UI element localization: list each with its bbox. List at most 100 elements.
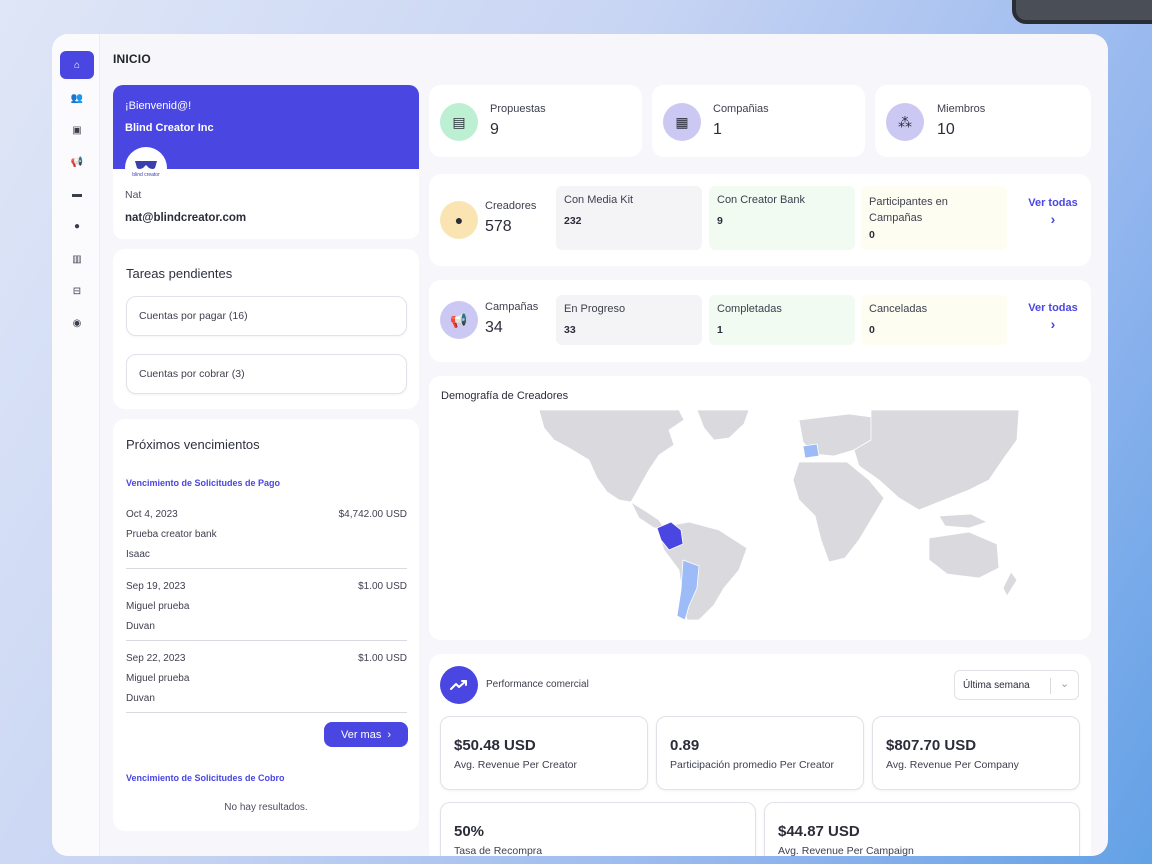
metric-value: $50.48 USD bbox=[454, 737, 536, 754]
metric-value: 0.89 bbox=[670, 737, 700, 754]
megaphone-icon: 📢 bbox=[70, 156, 84, 168]
creators-value: 578 bbox=[485, 218, 512, 235]
creator-bank-label: Con Creator Bank bbox=[717, 194, 806, 206]
user-name: Nat bbox=[125, 189, 142, 201]
map-africa bbox=[792, 461, 885, 563]
demography-card: Demografía de Creadores bbox=[429, 376, 1091, 640]
creators-see-all-label: Ver todas bbox=[1028, 197, 1078, 209]
see-more-button[interactable]: Ver mas › bbox=[324, 722, 408, 747]
building-icon: ▦ bbox=[663, 103, 701, 141]
chevron-right-icon: › bbox=[1050, 316, 1056, 332]
metric-value: $44.87 USD bbox=[778, 823, 860, 840]
stat-value: 1 bbox=[713, 121, 722, 138]
stat-value: 9 bbox=[490, 121, 499, 138]
metric-label: Avg. Revenue Per Company bbox=[886, 759, 1019, 771]
completed-value: 1 bbox=[717, 324, 723, 336]
campaign-participants-value: 0 bbox=[869, 229, 875, 241]
metric-card: $807.70 USD Avg. Revenue Per Company bbox=[872, 716, 1080, 790]
completed-label: Completadas bbox=[717, 303, 782, 315]
stat-card-proposals[interactable]: ▤ Propuestas 9 bbox=[429, 85, 642, 157]
completed-box: Completadas 1 bbox=[709, 295, 855, 345]
map-australia bbox=[928, 531, 1000, 579]
users-icon: 👥 bbox=[70, 92, 84, 104]
accounts-payable-button[interactable]: Cuentas por pagar (16) bbox=[126, 296, 407, 336]
campaigns-see-all-link[interactable]: Ver todas › bbox=[1023, 302, 1083, 332]
due-concept: Prueba creator bank bbox=[126, 529, 217, 540]
sidebar: ⌂ 👥 ▣ 📢 ▬ ● ▥ ⊟ ◉ bbox=[52, 34, 100, 856]
metric-card: $50.48 USD Avg. Revenue Per Creator bbox=[440, 716, 648, 790]
stat-card-companies[interactable]: ▦ Compañias 1 bbox=[652, 85, 865, 157]
metric-value: $807.70 USD bbox=[886, 737, 977, 754]
metric-value: 50% bbox=[454, 823, 485, 840]
campaigns-label: Campañas bbox=[485, 301, 539, 313]
device-frame bbox=[1012, 0, 1152, 24]
due-card: Próximos vencimientos Vencimiento de Sol… bbox=[113, 419, 419, 831]
map-central-america bbox=[630, 500, 665, 529]
period-select[interactable]: Última semana ⌄ bbox=[954, 670, 1079, 700]
sidebar-item-global[interactable]: ◉ bbox=[60, 309, 94, 337]
stat-label: Miembros bbox=[937, 103, 986, 115]
chevron-right-icon: › bbox=[387, 728, 392, 741]
accounts-receivable-button[interactable]: Cuentas por cobrar (3) bbox=[126, 354, 407, 394]
user-email: nat@blindcreator.com bbox=[125, 212, 247, 224]
cancelled-label: Canceladas bbox=[869, 303, 928, 315]
in-progress-label: En Progreso bbox=[564, 303, 626, 315]
logo-text: blind creator bbox=[132, 171, 160, 178]
campaigns-card: 📢 Campañas 34 En Progreso 33 Completadas… bbox=[429, 280, 1091, 362]
due-row[interactable]: Oct 4, 2023 $4,742.00 USD Prueba creator… bbox=[126, 509, 407, 569]
empty-results: No hay resultados. bbox=[224, 802, 308, 813]
sidebar-item-wallet[interactable]: ▬ bbox=[60, 180, 94, 208]
due-amount: $1.00 USD bbox=[358, 653, 407, 664]
sidebar-item-calendar[interactable]: ▣ bbox=[60, 116, 94, 144]
campaign-participants-label: Participantes en Campañas bbox=[869, 196, 948, 224]
due-date: Oct 4, 2023 bbox=[126, 509, 178, 520]
map-greenland bbox=[696, 410, 750, 441]
collection-requests-title: Vencimiento de Solicitudes de Cobro bbox=[126, 773, 285, 783]
metric-label: Avg. Revenue Per Campaign bbox=[778, 845, 914, 856]
creator-bank-box: Con Creator Bank 9 bbox=[709, 186, 855, 250]
campaigns-value: 34 bbox=[485, 319, 503, 336]
map-title: Demografía de Creadores bbox=[441, 390, 569, 402]
user-icon: ● bbox=[73, 220, 81, 232]
stat-card-members[interactable]: ⁂ Miembros 10 bbox=[875, 85, 1091, 157]
creators-card: ● Creadores 578 Con Media Kit 232 Con Cr… bbox=[429, 174, 1091, 266]
creators-label: Creadores bbox=[485, 200, 537, 212]
in-progress-box: En Progreso 33 bbox=[556, 295, 702, 345]
due-row[interactable]: Sep 22, 2023 $1.00 USD Miguel prueba Duv… bbox=[126, 653, 407, 713]
stat-label: Compañias bbox=[713, 103, 769, 115]
app-window: ⌂ 👥 ▣ 📢 ▬ ● ▥ ⊟ ◉ INICIO ¡Bienvenid@! Bl… bbox=[52, 34, 1108, 856]
creators-see-all-link[interactable]: Ver todas › bbox=[1023, 197, 1083, 227]
sidebar-item-campaigns[interactable]: 📢 bbox=[60, 148, 94, 176]
cancelled-value: 0 bbox=[869, 324, 875, 336]
calendar-icon: ▣ bbox=[72, 124, 82, 136]
sidebar-item-logistics[interactable]: ⊟ bbox=[60, 277, 94, 305]
metric-label: Participación promedio Per Creator bbox=[670, 759, 834, 771]
map-spain bbox=[802, 443, 820, 459]
due-title: Próximos vencimientos bbox=[126, 437, 260, 452]
metric-card: $44.87 USD Avg. Revenue Per Campaign bbox=[764, 802, 1080, 856]
map-new-zealand bbox=[1002, 571, 1018, 597]
members-icon: ⁂ bbox=[886, 103, 924, 141]
sidebar-item-user[interactable]: ● bbox=[60, 212, 94, 240]
media-kit-box: Con Media Kit 232 bbox=[556, 186, 702, 250]
due-row[interactable]: Sep 19, 2023 $1.00 USD Miguel prueba Duv… bbox=[126, 581, 407, 641]
due-date: Sep 22, 2023 bbox=[126, 653, 186, 664]
due-amount: $1.00 USD bbox=[358, 581, 407, 592]
due-person: Duvan bbox=[126, 621, 155, 632]
select-divider bbox=[1050, 678, 1051, 694]
metric-card: 0.89 Participación promedio Per Creator bbox=[656, 716, 864, 790]
sidebar-item-companies[interactable]: ▥ bbox=[60, 245, 94, 273]
sidebar-item-home[interactable]: ⌂ bbox=[60, 51, 94, 79]
chevron-right-icon: › bbox=[1050, 211, 1056, 227]
truck-icon: ⊟ bbox=[72, 285, 82, 297]
performance-card: Performance comercial Última semana ⌄ $5… bbox=[429, 654, 1091, 856]
sidebar-item-users[interactable]: 👥 bbox=[60, 84, 94, 112]
list-icon: ▤ bbox=[440, 103, 478, 141]
map-indonesia bbox=[938, 513, 989, 529]
company-logo: blind creator bbox=[125, 147, 167, 189]
chevron-down-icon: ⌄ bbox=[1060, 678, 1070, 690]
stat-label: Propuestas bbox=[490, 103, 546, 115]
see-more-label: Ver mas bbox=[340, 728, 382, 741]
metric-label: Tasa de Recompra bbox=[454, 845, 543, 856]
world-map[interactable] bbox=[499, 410, 1019, 620]
